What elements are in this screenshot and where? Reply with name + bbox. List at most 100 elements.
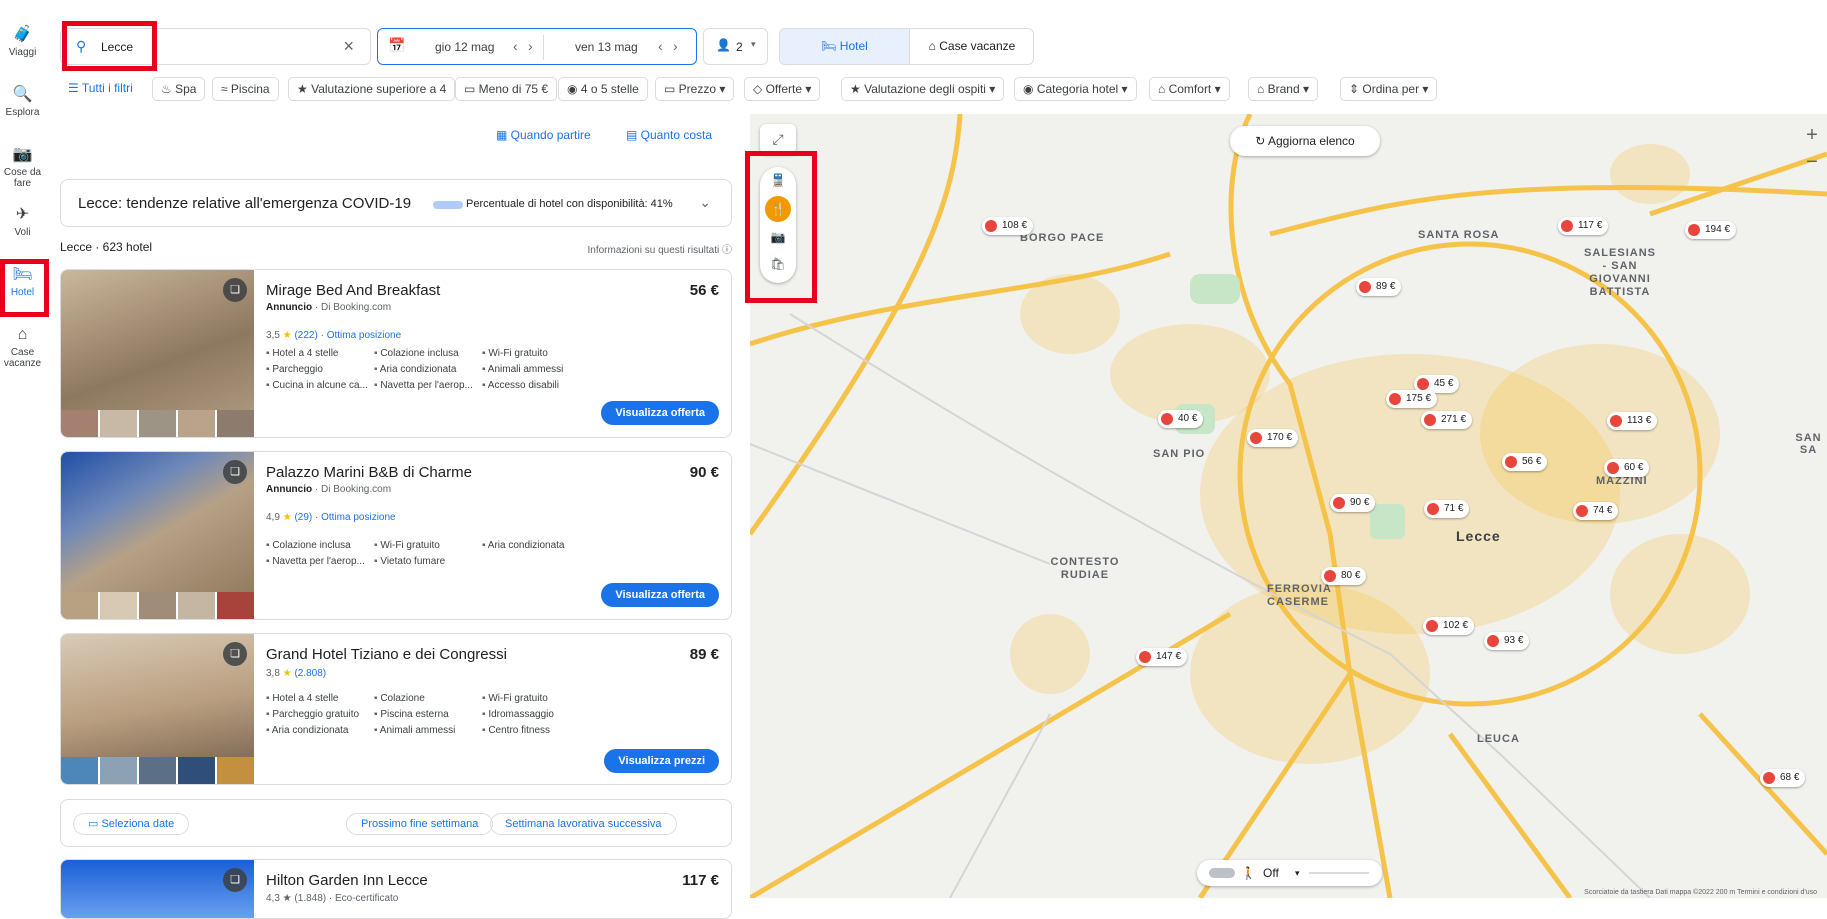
what-it-costs-link[interactable]: ▤ Quanto costa [626,128,712,142]
chevron-left-icon[interactable]: ‹ [513,38,518,54]
price-pin[interactable]: 271 € [1421,411,1473,429]
calendar-grid-icon: ▦ [496,128,511,142]
filter-price[interactable]: ▭ Prezzo ▾ [655,77,735,101]
stars-icon: ◉ [567,82,581,96]
hotel-card[interactable]: ❏ Mirage Bed And Breakfast 56 € Annuncio… [60,269,732,438]
hotel-photo[interactable] [61,860,254,918]
refresh-list-button[interactable]: ↻ Aggiorna elenco [1230,126,1380,156]
rail-item-hotels[interactable]: 🛏 Hotel [0,265,45,298]
price-pin[interactable]: 113 € [1607,412,1658,430]
bookmark-icon[interactable]: ❏ [223,278,247,302]
when-to-go-link[interactable]: ▦ Quando partire [496,128,591,142]
date-picker[interactable]: 📅 gio 12 mag ‹ › ven 13 mag ‹ › [377,28,697,65]
view-prices-button[interactable]: Visualizza prezzi [604,749,719,773]
view-offer-button[interactable]: Visualizza offerta [601,583,719,607]
filter-4-5-stars[interactable]: ◉ 4 o 5 stelle [558,77,648,101]
filter-guest-rating[interactable]: ★ Valutazione degli ospiti ▾ [841,77,1005,101]
price-pin[interactable]: 56 € [1502,453,1548,471]
area-label: SALESIANS - SAN GIOVANNI BATTISTA [1584,247,1656,298]
area-label: CONTESTO RUDIAE [1050,556,1120,581]
chevron-right-icon[interactable]: › [673,38,678,54]
filter-deals[interactable]: ◇ Offerte ▾ [744,77,821,101]
filter-pool[interactable]: ≈ Piscina [212,77,279,101]
price-pin[interactable]: 93 € [1484,632,1530,650]
zoom-in-icon[interactable]: + [1797,124,1827,147]
camera-icon[interactable]: 📷 [760,224,796,251]
dropdown-arrow-icon[interactable]: ▾ [1295,860,1300,886]
price-pin[interactable]: 40 € [1158,410,1204,428]
photo-thumbnails[interactable] [61,592,254,619]
sort-by[interactable]: ⇕ Ordina per ▾ [1340,77,1438,101]
walk-slider[interactable] [1309,872,1369,874]
covid-trends-panel[interactable]: Lecce: tendenze relative all'emergenza C… [60,179,732,227]
bed-icon: 🛏 [821,39,840,53]
hotel-card[interactable]: ❏ Palazzo Marini B&B di Charme 90 € Annu… [60,451,732,620]
price-pin[interactable]: 71 € [1424,500,1470,518]
hotel-name[interactable]: Mirage Bed And Breakfast [266,282,440,299]
price-pin[interactable]: 80 € [1321,567,1367,585]
price-pin[interactable]: 68 € [1760,769,1806,787]
shopping-bag-icon[interactable]: 🛍 [760,251,796,278]
filters-icon: ☰ [68,81,82,95]
vacation-rentals-toggle[interactable]: ⌂ Case vacanze [909,29,1033,64]
hotel-name[interactable]: Grand Hotel Tiziano e dei Congressi [266,646,507,663]
results-info-link[interactable]: Informazioni su questi risultati ⓘ [587,241,732,256]
hotel-name[interactable]: Palazzo Marini B&B di Charme [266,464,472,481]
bookmark-icon[interactable]: ❏ [223,868,247,892]
checkin-date[interactable]: gio 12 mag [435,40,494,54]
guests-selector[interactable]: 👤 2 ▾ [703,28,768,65]
bookmark-icon[interactable]: ❏ [223,460,247,484]
price-pin[interactable]: 170 € [1247,429,1299,447]
location-search-input[interactable]: ⚲ Lecce × [60,28,371,65]
rail-item-things-to-do[interactable]: 📷 Cose da fare [0,145,45,189]
chevron-right-icon[interactable]: › [528,38,533,54]
price-pin[interactable]: 175 € [1386,390,1438,408]
hotel-toggle[interactable]: 🛏 Hotel [780,29,909,64]
price-pin[interactable]: 90 € [1330,494,1376,512]
next-weekend-button[interactable]: Prossimo fine settimana [346,813,494,835]
walk-toggle[interactable] [1209,868,1235,878]
price-pin[interactable]: 60 € [1604,459,1650,477]
price-pin[interactable]: 108 € [982,217,1034,235]
map[interactable]: BORGO PACE SANTA ROSA SALESIANS - SAN GI… [750,114,1827,898]
amenities-list: Hotel a 4 stelleColazioneWi-Fi gratuito … [266,693,590,736]
next-workweek-button[interactable]: Settimana lavorativa successiva [490,813,677,835]
star-icon: ★ [282,668,292,679]
zoom-out-icon[interactable]: − [1797,151,1827,174]
price-pin[interactable]: 194 € [1685,221,1737,239]
clear-icon[interactable]: × [343,36,354,57]
price-pin[interactable]: 89 € [1356,278,1402,296]
price-pin[interactable]: 102 € [1423,617,1475,635]
all-filters-button[interactable]: ☰ Tutti i filtri [60,77,141,101]
filter-hotel-class[interactable]: ◉ Categoria hotel ▾ [1014,77,1137,101]
rail-item-explore[interactable]: 🔍 Esplora [0,85,45,118]
view-offer-button[interactable]: Visualizza offerta [601,401,719,425]
filter-under-75[interactable]: ▭ Meno di 75 € [455,77,558,101]
price-pin[interactable]: 147 € [1136,648,1188,666]
price-pin[interactable]: 117 € [1558,217,1609,235]
filter-amenities[interactable]: ⌂ Comfort ▾ [1149,77,1230,101]
rail-item-trips[interactable]: 🧳 Viaggi [0,25,45,58]
filter-rating-4[interactable]: ★ Valutazione superiore a 4 [288,77,456,101]
chevron-left-icon[interactable]: ‹ [658,38,663,54]
photo-thumbnails[interactable] [61,410,254,437]
hotel-rating: 4,3 ★ (1.848) · Eco-certificato [266,893,399,904]
hotel-name[interactable]: Hilton Garden Inn Lecce [266,872,428,889]
checkout-date[interactable]: ven 13 mag [575,40,638,54]
select-dates-button[interactable]: ▭ Seleziona date [73,813,190,835]
rail-item-vacation-rentals[interactable]: ⌂ Case vacanze [0,325,45,369]
filter-spa[interactable]: ♨ Spa [152,77,206,101]
transit-icon[interactable]: 🚆 [760,167,796,194]
hotel-rating: 3,5 ★ (222) · Ottima posizione [266,330,402,341]
expand-map-icon[interactable]: ⤢ [760,124,796,154]
photo-thumbnails[interactable] [61,757,254,784]
explore-icon: 🔍 [12,86,33,103]
hotel-card[interactable]: ❏ Grand Hotel Tiziano e dei Congressi 89… [60,633,732,785]
hotel-price: 117 € [682,872,719,889]
hotel-card[interactable]: ❏ Hilton Garden Inn Lecce 117 € 4,3 ★ (1… [60,859,732,919]
restaurant-icon[interactable]: 🍴 [765,196,791,222]
filter-brand[interactable]: ⌂ Brand ▾ [1248,77,1318,101]
rail-item-flights[interactable]: ✈ Voli [0,205,45,238]
price-pin[interactable]: 74 € [1573,502,1619,520]
bookmark-icon[interactable]: ❏ [223,642,247,666]
